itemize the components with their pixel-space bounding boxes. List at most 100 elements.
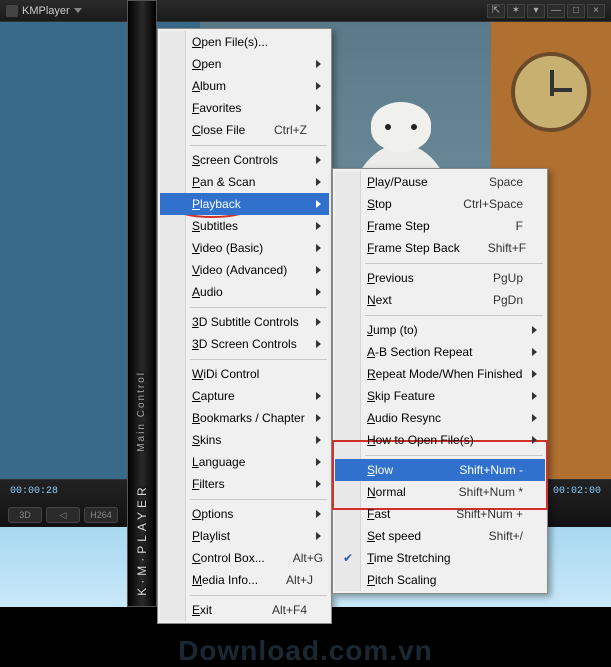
- menu-item-label: Audio Resync: [367, 411, 441, 425]
- menu-item-label: Video (Basic): [192, 241, 263, 255]
- tools-button[interactable]: ✶: [507, 4, 525, 18]
- playback-menu-item-slow[interactable]: SlowShift+Num -: [335, 459, 545, 481]
- playback-menu-item-previous[interactable]: PreviousPgUp: [335, 267, 545, 289]
- playback-menu-item-frame-step-back[interactable]: Frame Step BackShift+F: [335, 237, 545, 259]
- ctrl-3d-button[interactable]: 3D: [8, 507, 42, 523]
- titlebar[interactable]: KMPlayer ⇱ ✶ ▾ — □ ×: [0, 0, 611, 22]
- menu-item-label: Subtitles: [192, 219, 238, 233]
- menu-item-label: Filters: [192, 477, 225, 491]
- main-menu-item-favorites[interactable]: Favorites: [160, 97, 329, 119]
- menu-item-label: Language: [192, 455, 245, 469]
- playback-menu-item-jump-to[interactable]: Jump (to): [335, 319, 545, 341]
- main-menu-item-pan-scan[interactable]: Pan & Scan: [160, 171, 329, 193]
- main-menu-item-widi-control[interactable]: WiDi Control: [160, 363, 329, 385]
- main-menu-item-video-advanced[interactable]: Video (Advanced): [160, 259, 329, 281]
- main-menu-item-playback[interactable]: Playback: [160, 193, 329, 215]
- playback-menu-item-a-b-section-repeat[interactable]: A-B Section Repeat: [335, 341, 545, 363]
- pin-button[interactable]: ⇱: [487, 4, 505, 18]
- menu-item-label: Media Info...: [192, 573, 258, 587]
- menu-item-shortcut: Shift+Num -: [431, 463, 523, 477]
- main-menu-item-video-basic[interactable]: Video (Basic): [160, 237, 329, 259]
- menu-item-label: Options: [192, 507, 233, 521]
- menu-item-label: A-B Section Repeat: [367, 345, 472, 359]
- main-menu-separator: [160, 591, 329, 599]
- menu-item-shortcut: Shift+Num *: [431, 485, 523, 499]
- chevron-right-icon: [316, 178, 321, 186]
- playback-menu-item-set-speed[interactable]: Set speedShift+/: [335, 525, 545, 547]
- playback-menu-item-normal[interactable]: NormalShift+Num *: [335, 481, 545, 503]
- main-menu-item-close-file[interactable]: Close FileCtrl+Z: [160, 119, 329, 141]
- main-menu-item-subtitles[interactable]: Subtitles: [160, 215, 329, 237]
- chevron-right-icon: [316, 156, 321, 164]
- playback-menu-item-repeat-mode-when-finished[interactable]: Repeat Mode/When Finished: [335, 363, 545, 385]
- main-menu-item-capture[interactable]: Capture: [160, 385, 329, 407]
- chevron-right-icon: [316, 436, 321, 444]
- main-menu-item-media-info[interactable]: Media Info...Alt+J: [160, 569, 329, 591]
- playback-menu-item-play-pause[interactable]: Play/PauseSpace: [335, 171, 545, 193]
- menu-item-label: 3D Screen Controls: [192, 337, 297, 351]
- menu-item-label: Repeat Mode/When Finished: [367, 367, 522, 381]
- chevron-right-icon: [316, 414, 321, 422]
- timecode-total: 00:02:00: [553, 486, 601, 497]
- maximize-button[interactable]: □: [567, 4, 585, 18]
- main-menu-separator: [160, 141, 329, 149]
- chevron-right-icon: [532, 326, 537, 334]
- playback-menu-item-how-to-open-file-s[interactable]: How to Open File(s): [335, 429, 545, 451]
- main-menu-item-bookmarks-chapter[interactable]: Bookmarks / Chapter: [160, 407, 329, 429]
- main-menu-item-exit[interactable]: ExitAlt+F4: [160, 599, 329, 621]
- menu-item-label: Bookmarks / Chapter: [192, 411, 305, 425]
- main-menu-item-open-file-s[interactable]: Open File(s)...: [160, 31, 329, 53]
- menu-item-label: Stop: [367, 197, 392, 211]
- chevron-right-icon: [532, 392, 537, 400]
- ctrl-codec-button[interactable]: H264: [84, 507, 118, 523]
- playback-menu-item-stop[interactable]: Stop Ctrl+Space: [335, 193, 545, 215]
- playback-menu-item-time-stretching[interactable]: ✔Time Stretching: [335, 547, 545, 569]
- main-menu-item-skins[interactable]: Skins: [160, 429, 329, 451]
- main-menu-item-options[interactable]: Options: [160, 503, 329, 525]
- playback-menu-item-next[interactable]: NextPgDn: [335, 289, 545, 311]
- menu-item-shortcut: Space: [461, 175, 523, 189]
- main-menu-item-language[interactable]: Language: [160, 451, 329, 473]
- main-menu-item-3d-subtitle-controls[interactable]: 3D Subtitle Controls: [160, 311, 329, 333]
- chevron-right-icon: [316, 266, 321, 274]
- chevron-right-icon: [316, 288, 321, 296]
- main-menu-item-control-box[interactable]: Control Box...Alt+G: [160, 547, 329, 569]
- menu-item-label: Fast: [367, 507, 390, 521]
- chevron-right-icon: [316, 480, 321, 488]
- menu-item-label: Jump (to): [367, 323, 418, 337]
- chevron-right-icon: [532, 436, 537, 444]
- chevron-right-icon: [316, 82, 321, 90]
- main-menu-separator: [160, 303, 329, 311]
- playback-menu-item-frame-step[interactable]: Frame StepF: [335, 215, 545, 237]
- minimize-button[interactable]: —: [547, 4, 565, 18]
- main-menu-item-playlist[interactable]: Playlist: [160, 525, 329, 547]
- playback-menu-item-pitch-scaling[interactable]: Pitch Scaling: [335, 569, 545, 591]
- menu-item-label: Time Stretching: [367, 551, 451, 565]
- menu-item-shortcut: Ctrl+Space: [435, 197, 523, 211]
- chevron-right-icon: [316, 244, 321, 252]
- playback-menu-item-fast[interactable]: FastShift+Num +: [335, 503, 545, 525]
- main-menu-item-3d-screen-controls[interactable]: 3D Screen Controls: [160, 333, 329, 355]
- menu-item-label: Skip Feature: [367, 389, 435, 403]
- menu-item-label: Close File: [192, 123, 245, 137]
- close-button[interactable]: ×: [587, 4, 605, 18]
- ctrl-prev-button[interactable]: ◁: [46, 507, 80, 523]
- main-menu-item-open[interactable]: Open: [160, 53, 329, 75]
- main-menu-item-audio[interactable]: Audio: [160, 281, 329, 303]
- main-menu-item-filters[interactable]: Filters: [160, 473, 329, 495]
- menu-item-shortcut: Alt+J: [258, 573, 313, 587]
- chevron-down-icon[interactable]: [74, 8, 82, 13]
- menu-item-label: How to Open File(s): [367, 433, 474, 447]
- menu-item-label: Previous: [367, 271, 414, 285]
- playback-menu-item-skip-feature[interactable]: Skip Feature: [335, 385, 545, 407]
- chevron-right-icon: [316, 340, 321, 348]
- menu-button[interactable]: ▾: [527, 4, 545, 18]
- playback-menu-item-audio-resync[interactable]: Audio Resync: [335, 407, 545, 429]
- main-menu-item-screen-controls[interactable]: Screen Controls: [160, 149, 329, 171]
- playback-menu-separator: [335, 311, 545, 319]
- timecode-current: 00:00:28: [10, 486, 58, 497]
- menu-item-shortcut: PgDn: [465, 293, 523, 307]
- chevron-right-icon: [532, 348, 537, 356]
- menu-item-label: Frame Step: [367, 219, 430, 233]
- main-menu-item-album[interactable]: Album: [160, 75, 329, 97]
